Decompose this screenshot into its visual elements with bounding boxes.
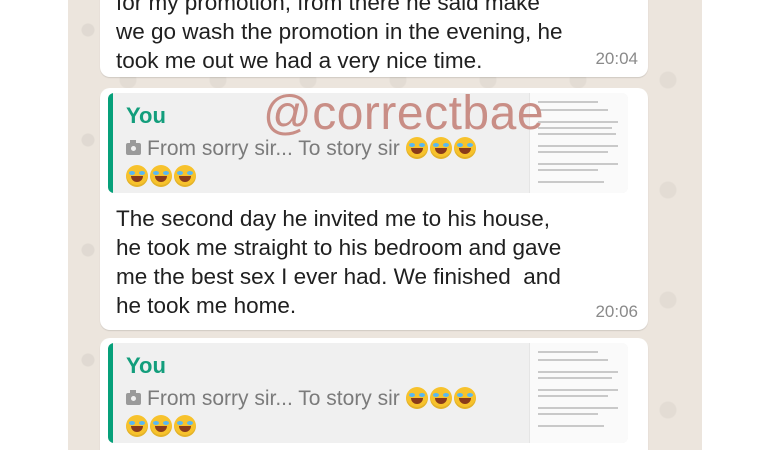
thumbnail-text-line <box>538 145 618 147</box>
quote-accent-bar <box>108 93 113 193</box>
thumbnail-text-line <box>538 133 616 135</box>
thumbnail-text-line <box>538 413 598 415</box>
thumbnail-text-line <box>538 151 608 153</box>
thumbnail-text-line <box>538 351 598 353</box>
watermark: @correctbae <box>263 87 545 140</box>
quote-sender: You <box>126 353 166 378</box>
thumbnail-text-line <box>538 425 604 427</box>
thumbnail-text-line <box>538 371 618 373</box>
rolling-laughing-emoji-icon <box>429 387 452 409</box>
chat-background: for my promotion, from there he said mak… <box>68 0 702 450</box>
rolling-laughing-emoji-icon <box>174 165 196 187</box>
thumbnail-text-line <box>538 359 608 361</box>
thumbnail-text-line <box>538 407 618 409</box>
message-bubble-reply[interactable]: You From sorry sir... To story sir <box>100 338 648 450</box>
thumbnail-text-line <box>538 163 618 165</box>
quote-accent-bar <box>108 343 113 443</box>
thumbnail-text-line <box>538 377 612 379</box>
thumbnail-text-line <box>538 395 608 397</box>
rolling-laughing-emoji-icon <box>453 387 476 409</box>
rolling-laughing-emoji-icon <box>126 415 148 437</box>
message-bubble-incoming[interactable]: for my promotion, from there he said mak… <box>100 0 648 77</box>
message-text: The second day he invited me to his hous… <box>116 206 562 318</box>
rolling-laughing-emoji-icon <box>405 387 428 409</box>
thumbnail-text-line <box>538 389 618 391</box>
quote-preview: From sorry sir... To story sir <box>126 135 496 191</box>
rolling-laughing-emoji-icon <box>150 165 172 187</box>
camera-icon <box>126 390 141 405</box>
quote-preview: From sorry sir... To story sir <box>126 385 496 441</box>
quote-image-thumbnail[interactable] <box>529 343 628 443</box>
camera-icon <box>126 140 141 155</box>
message-timestamp: 20:06 <box>595 302 638 321</box>
message-timestamp: 20:04 <box>595 49 638 68</box>
rolling-laughing-emoji-icon <box>126 165 148 187</box>
thumbnail-text-line <box>538 181 604 183</box>
quoted-message[interactable]: You From sorry sir... To story sir <box>108 343 628 443</box>
thumbnail-text-line <box>538 169 598 171</box>
thumbnail-text-line <box>538 121 618 123</box>
rolling-laughing-emoji-icon <box>174 415 196 437</box>
quote-text: From sorry sir... To story sir <box>147 387 400 410</box>
thumbnail-text-line <box>538 127 612 129</box>
rolling-laughing-emoji-icon <box>150 415 172 437</box>
thumbnail-text-line <box>538 101 598 103</box>
thumbnail-text-line <box>538 109 608 111</box>
message-text: for my promotion, from there he said mak… <box>116 0 563 73</box>
quote-sender: You <box>126 103 166 128</box>
